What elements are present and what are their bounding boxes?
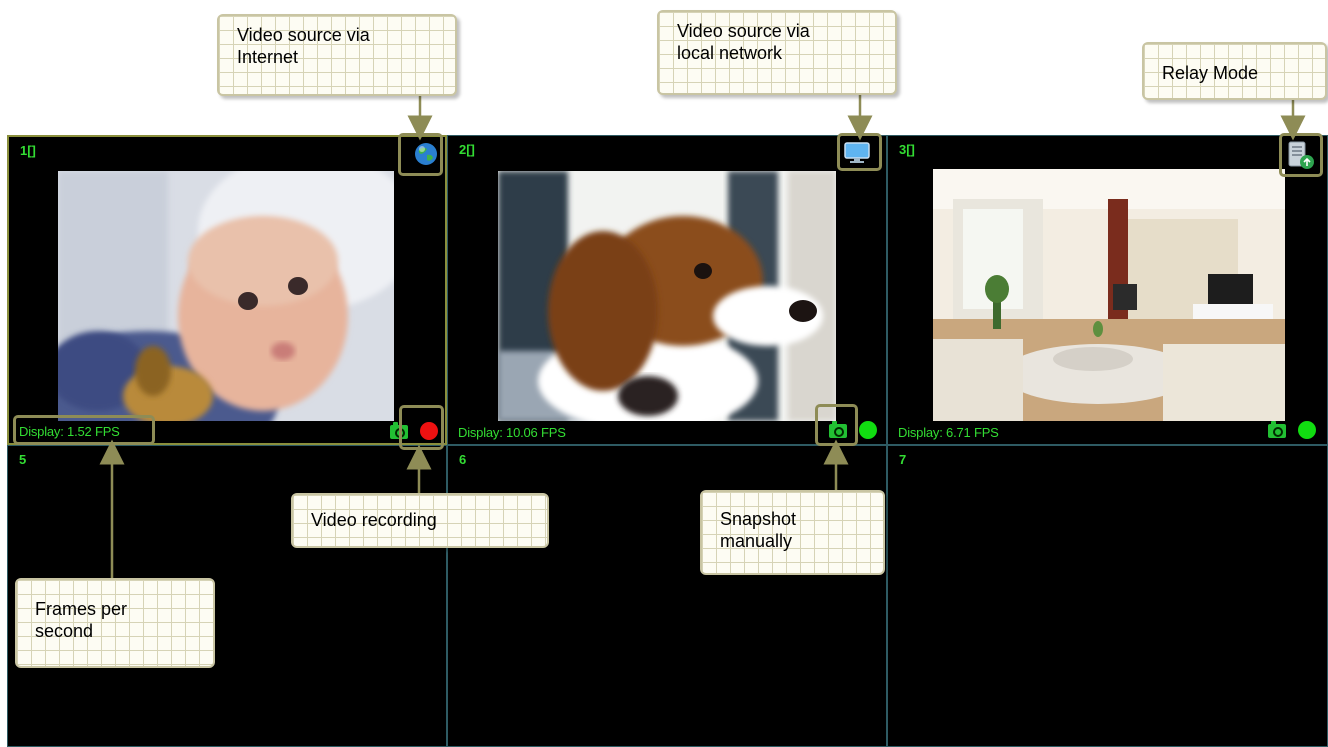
camera-cell-7[interactable]: 7 xyxy=(887,445,1328,747)
connection-status-dot xyxy=(1298,421,1316,439)
fps-readout: Display: 10.06 FPS xyxy=(458,425,566,440)
dog-video-feed xyxy=(498,171,836,421)
fps-readout: Display: 6.71 FPS xyxy=(898,425,999,440)
callout-relay-mode: Relay Mode xyxy=(1142,42,1327,100)
fps-highlight xyxy=(13,415,155,445)
snapshot-camera-icon[interactable] xyxy=(1268,421,1286,438)
camera-label: 3[] xyxy=(899,142,915,157)
callout-frames-per-second: Frames per second xyxy=(15,578,215,668)
living-room-video-feed xyxy=(933,169,1285,421)
relay-mode-highlight xyxy=(1279,133,1323,177)
snapshot-highlight xyxy=(815,404,858,446)
callout-internet-source: Video source via Internet xyxy=(217,14,457,96)
recording-highlight xyxy=(399,405,444,450)
camera-label: 1[] xyxy=(20,143,36,158)
local-source-highlight xyxy=(837,133,882,171)
camera-label: 2[] xyxy=(459,142,475,157)
baby-video-feed xyxy=(58,171,394,421)
internet-source-highlight xyxy=(398,133,443,176)
camera-cell-3[interactable]: 3[] Display: 6.71 FPS xyxy=(887,135,1328,445)
camera-label: 6 xyxy=(459,452,467,467)
camera-label: 5 xyxy=(19,452,27,467)
camera-cell-1[interactable]: 1[] Display: 1.52 FPS xyxy=(7,135,447,445)
callout-video-recording: Video recording xyxy=(291,493,549,548)
connection-status-dot xyxy=(859,421,877,439)
camera-label: 7 xyxy=(899,452,907,467)
callout-snapshot-manually: Snapshot manually xyxy=(700,490,885,575)
camera-cell-2[interactable]: 2[] Display: 10.06 FPS xyxy=(447,135,887,445)
callout-local-network-source: Video source via local network xyxy=(657,10,897,95)
